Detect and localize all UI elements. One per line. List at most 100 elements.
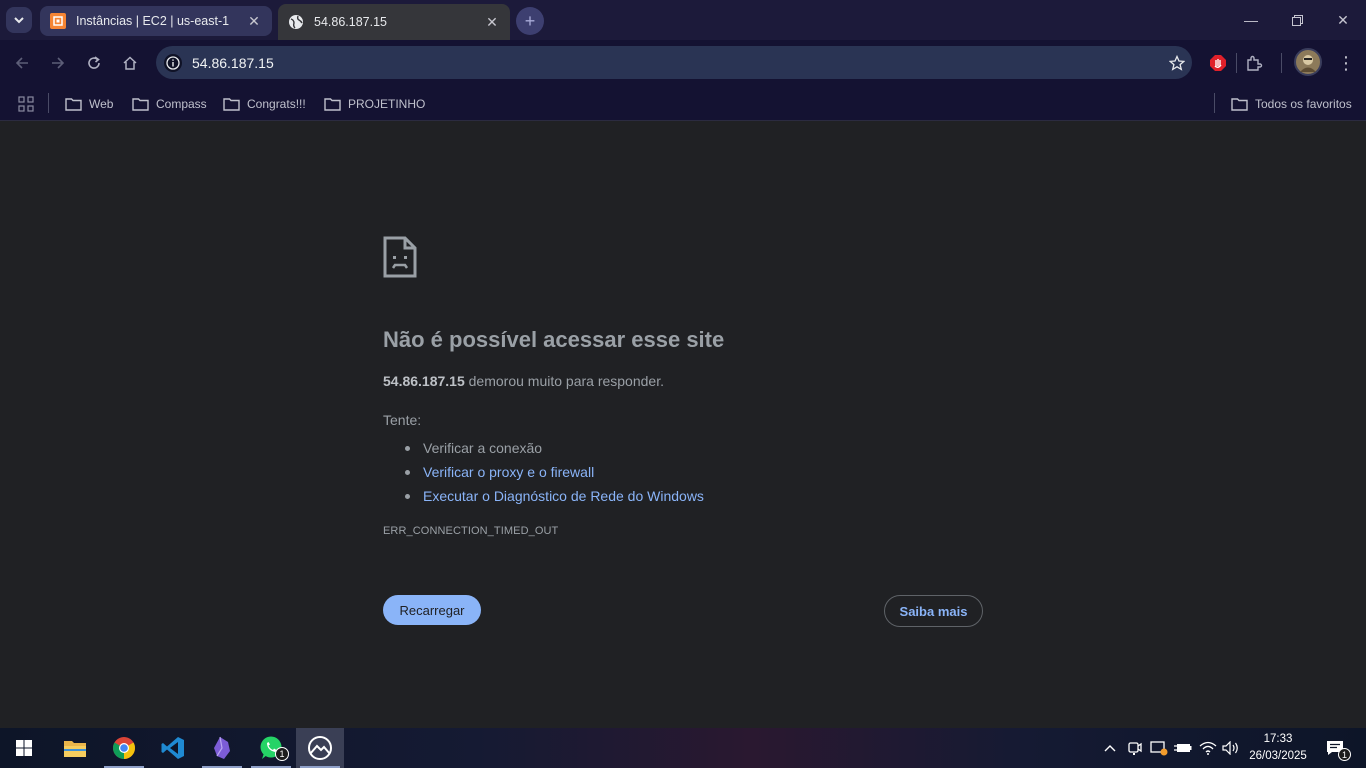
tray-wifi[interactable]: [1197, 728, 1219, 768]
back-button[interactable]: [8, 49, 36, 77]
bookmark-label: Web: [89, 97, 114, 111]
clock-time: 17:33: [1263, 733, 1293, 745]
tab-strip: Instâncias | EC2 | us-east-1 ✕ 54.86.187…: [0, 0, 1366, 40]
taskbar-vscode[interactable]: [149, 728, 197, 768]
arrow-right-icon: [52, 57, 65, 69]
bookmark-folder-projetinho[interactable]: PROJETINHO: [324, 92, 425, 116]
home-icon: [123, 56, 137, 70]
aws-ec2-icon: [50, 13, 66, 29]
extensions-puzzle-icon[interactable]: [1241, 50, 1267, 76]
chevron-down-icon: [14, 17, 24, 24]
try-label: Tente:: [383, 412, 422, 428]
separator: [1214, 93, 1215, 113]
folder-icon: [1231, 98, 1248, 111]
error-host: 54.86.187.15: [383, 373, 465, 389]
tray-app-icon[interactable]: [1148, 728, 1170, 768]
tray-battery[interactable]: [1172, 728, 1194, 768]
bookmark-label: Congrats!!!: [247, 97, 306, 111]
all-bookmarks-button[interactable]: Todos os favoritos: [1231, 92, 1352, 116]
obsidian-icon: [214, 736, 230, 759]
tab-current-site[interactable]: 54.86.187.15 ✕: [278, 4, 510, 40]
tray-volume[interactable]: [1220, 728, 1242, 768]
plus-icon: +: [524, 10, 536, 31]
restore-icon: [1291, 14, 1303, 26]
reload-page-button[interactable]: Recarregar: [383, 595, 481, 625]
suggestions-list: Verificar a conexão Verificar o proxy e …: [405, 436, 704, 508]
taskbar-chrome[interactable]: [100, 728, 148, 768]
taskbar-whatsapp[interactable]: 1: [247, 728, 295, 768]
arrow-left-icon: [15, 57, 28, 69]
separator: [48, 93, 49, 113]
vscode-icon: [161, 737, 184, 759]
taskbar-clock[interactable]: 17:33 26/03/2025: [1240, 731, 1316, 765]
file-explorer-icon: [64, 741, 86, 757]
folder-icon: [324, 98, 341, 111]
address-bar[interactable]: 54.86.187.15: [156, 46, 1192, 79]
profile-avatar[interactable]: [1294, 48, 1322, 76]
suggestion-network-diagnostics-link[interactable]: Executar o Diagnóstico de Rede do Window…: [405, 484, 704, 508]
camera-icon: [1128, 742, 1142, 755]
notification-center-button[interactable]: 1: [1320, 728, 1351, 768]
folder-icon: [223, 98, 240, 111]
clock-date: 26/03/2025: [1249, 750, 1307, 762]
taskbar-file-explorer[interactable]: [51, 728, 99, 768]
tray-overflow-button[interactable]: [1100, 728, 1120, 768]
close-icon[interactable]: ✕: [484, 14, 500, 30]
forward-button[interactable]: [44, 49, 72, 77]
error-code: ERR_CONNECTION_TIMED_OUT: [383, 525, 559, 537]
start-button[interactable]: [0, 728, 48, 768]
bookmark-folder-web[interactable]: Web: [65, 92, 113, 116]
apps-grid-button[interactable]: [18, 92, 41, 116]
learn-more-button[interactable]: Saiba mais: [884, 595, 983, 627]
bookmark-folder-compass[interactable]: Compass: [132, 92, 207, 116]
adblock-extension-icon[interactable]: [1205, 50, 1231, 76]
more-menu-button[interactable]: ⋮: [1336, 50, 1356, 76]
chevron-up-icon: [1104, 745, 1116, 752]
notification-badge: 1: [1338, 748, 1351, 761]
all-bookmarks-label: Todos os favoritos: [1255, 97, 1352, 111]
reload-icon: [88, 56, 100, 69]
monitor-alert-icon: [1150, 741, 1168, 756]
minimize-icon: —: [1244, 12, 1258, 28]
suggestion-check-proxy-link[interactable]: Verificar o proxy e o firewall: [405, 460, 704, 484]
wifi-icon: [1199, 741, 1217, 755]
bookmarks-bar: Web Compass Congrats!!! PROJETINHO Todos…: [0, 86, 1366, 121]
whatsapp-badge: 1: [275, 747, 289, 761]
minimize-button[interactable]: —: [1228, 0, 1274, 40]
app-mountain-icon: [308, 736, 332, 760]
windows-start-icon: [16, 740, 32, 756]
new-tab-button[interactable]: +: [516, 7, 544, 35]
chrome-icon: [113, 737, 135, 759]
site-info-icon[interactable]: [164, 53, 182, 72]
suggestion-check-connection: Verificar a conexão: [405, 436, 704, 460]
bookmark-label: PROJETINHO: [348, 97, 426, 111]
bookmark-star-icon[interactable]: [1162, 54, 1192, 71]
bookmark-folder-congrats[interactable]: Congrats!!!: [223, 92, 306, 116]
tab-ec2-instances[interactable]: Instâncias | EC2 | us-east-1 ✕: [40, 6, 272, 36]
toolbar: 54.86.187.15 ⋮: [0, 40, 1366, 86]
close-icon: ✕: [1337, 11, 1349, 28]
taskbar-active-app[interactable]: [296, 728, 344, 768]
tray-meet-now[interactable]: [1125, 728, 1145, 768]
kebab-menu-icon: ⋮: [1337, 52, 1355, 73]
separator: [1281, 53, 1282, 73]
tab-search-button[interactable]: [6, 7, 32, 33]
restore-button[interactable]: [1274, 0, 1320, 40]
folder-icon: [65, 98, 82, 111]
address-text[interactable]: 54.86.187.15: [192, 55, 1162, 71]
tab-title: Instâncias | EC2 | us-east-1: [76, 14, 230, 28]
close-window-button[interactable]: ✕: [1320, 0, 1366, 40]
bookmark-label: Compass: [156, 97, 207, 111]
home-button[interactable]: [116, 49, 144, 77]
volume-icon: [1222, 741, 1238, 755]
folder-icon: [132, 98, 149, 111]
taskbar-obsidian[interactable]: [198, 728, 246, 768]
tab-title: 54.86.187.15: [314, 15, 387, 29]
error-description-text: demorou muito para responder.: [464, 373, 664, 389]
sad-document-icon: [383, 236, 417, 278]
close-icon[interactable]: ✕: [246, 13, 262, 29]
reload-button[interactable]: [80, 49, 108, 77]
page-content: Não é possível acessar esse site 54.86.1…: [0, 121, 1366, 728]
battery-plug-icon: [1174, 744, 1192, 752]
error-description: 54.86.187.15 demorou muito para responde…: [383, 373, 664, 389]
